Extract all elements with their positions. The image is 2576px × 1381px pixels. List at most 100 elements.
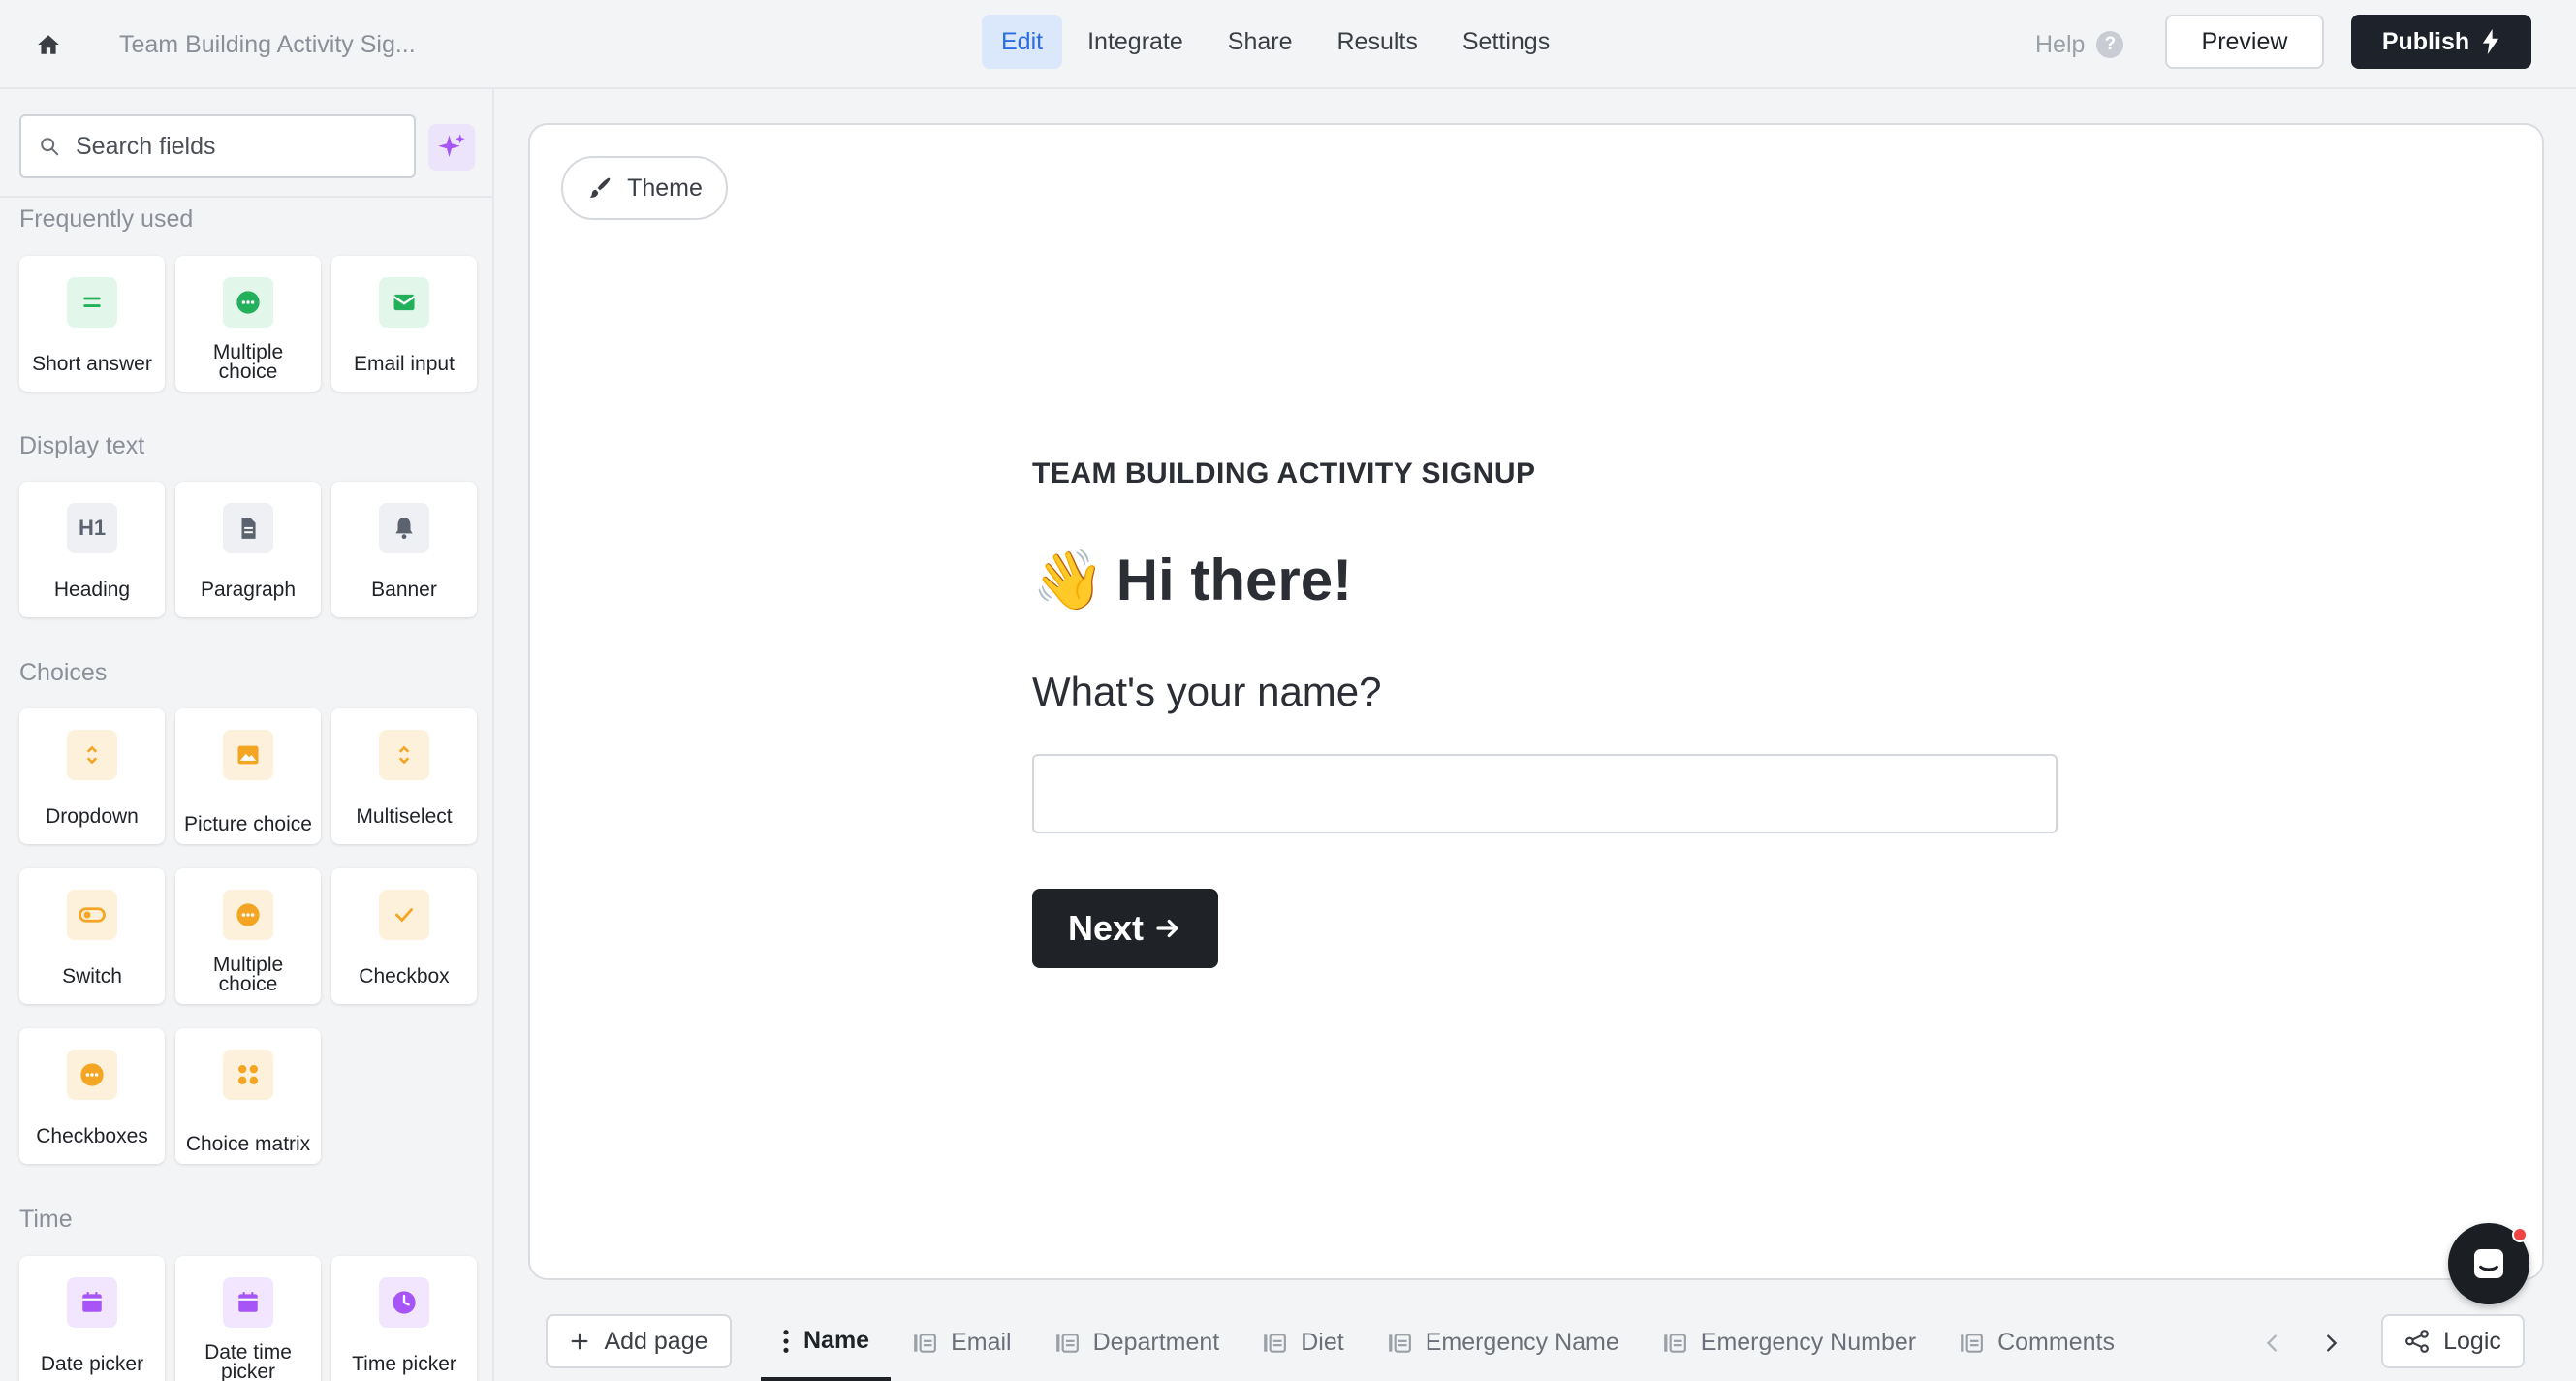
tile-label: Choice matrix [185, 1133, 311, 1155]
page-tab-label: Comments [1997, 1329, 2115, 1356]
tile-label: Multiple choice [212, 954, 284, 995]
scroll-right-button[interactable] [2311, 1324, 2350, 1363]
field-heading[interactable]: H1 Heading [19, 482, 165, 617]
page-tab-label: Name [803, 1327, 870, 1354]
tile-label: Time picker [352, 1353, 456, 1375]
page-tab-name[interactable]: Name [761, 1304, 892, 1381]
nav-share[interactable]: Share [1209, 15, 1312, 69]
field-date-time-picker[interactable]: Date time picker [175, 1256, 321, 1381]
document-icon [223, 503, 273, 553]
plus-icon [572, 1333, 588, 1350]
field-choice-matrix[interactable]: Choice matrix [175, 1028, 321, 1164]
field-checkboxes[interactable]: Checkboxes [19, 1028, 165, 1164]
grid-icon [223, 1050, 273, 1100]
sidebar-divider [0, 196, 492, 198]
next-button[interactable]: Next [1032, 889, 1218, 968]
sparkle-icon [438, 134, 465, 157]
field-switch[interactable]: Switch [19, 868, 165, 1004]
checkboxes-icon [67, 1050, 117, 1100]
section-frequent-title: Frequently used [19, 205, 194, 233]
field-short-answer[interactable]: Short answer [19, 256, 165, 392]
multiple-choice-icon [223, 890, 273, 940]
ai-sparkle-button[interactable] [428, 124, 475, 171]
nav-settings[interactable]: Settings [1443, 15, 1569, 69]
scroll-left-button[interactable] [2253, 1324, 2292, 1363]
question-label[interactable]: What's your name? [1032, 669, 1382, 715]
tile-label: Banner [371, 579, 437, 601]
calendar-icon [223, 1277, 273, 1328]
page-tab-diet[interactable]: Diet [1241, 1304, 1365, 1381]
page-tab-emergency-name[interactable]: Emergency Name [1366, 1304, 1641, 1381]
multiple-choice-icon [223, 277, 273, 328]
main-nav: Edit Integrate Share Results Settings [982, 15, 1569, 69]
field-paragraph[interactable]: Paragraph [175, 482, 321, 617]
page-tab-comments[interactable]: Comments [1937, 1304, 2136, 1381]
help-label: Help [2035, 30, 2086, 58]
chevron-updown-icon [379, 730, 429, 780]
tile-label: Switch [62, 965, 122, 988]
search-box[interactable] [19, 114, 416, 178]
tile-label: Multiselect [356, 805, 453, 828]
preview-button[interactable]: Preview [2165, 15, 2324, 69]
tile-label: Date picker [40, 1353, 144, 1375]
tile-label: Heading [53, 579, 131, 601]
form-eyebrow-title[interactable]: TEAM BUILDING ACTIVITY SIGNUP [1032, 457, 1536, 490]
lightning-icon [2483, 29, 2499, 54]
field-time-picker[interactable]: Time picker [331, 1256, 477, 1381]
tile-label: Multiple choice [212, 341, 284, 383]
add-page-button[interactable]: Add page [546, 1314, 732, 1368]
field-picture-choice[interactable]: Picture choice [175, 708, 321, 844]
home-icon[interactable] [31, 27, 66, 62]
page-tab-email[interactable]: Email [891, 1304, 1033, 1381]
page-tab-label: Diet [1301, 1329, 1344, 1356]
help-link[interactable]: Help ? [2035, 25, 2124, 64]
tile-label: Short answer [32, 353, 152, 375]
nav-results[interactable]: Results [1318, 15, 1437, 69]
short-answer-icon [67, 277, 117, 328]
chevron-updown-icon [67, 730, 117, 780]
field-multiple-choice-2[interactable]: Multiple choice [175, 868, 321, 1004]
nav-edit[interactable]: Edit [982, 15, 1063, 69]
page-tabs: Name Email Department Diet Emergency Nam… [761, 1304, 2136, 1381]
form-heading[interactable]: 👋 Hi there! [1032, 546, 1352, 614]
page-icon [1961, 1333, 1984, 1353]
field-email-input[interactable]: Email input [331, 256, 477, 392]
field-multiselect[interactable]: Multiselect [331, 708, 477, 844]
tile-label: Checkboxes [36, 1125, 148, 1147]
logic-label: Logic [2443, 1327, 2501, 1355]
form-canvas: Theme TEAM BUILDING ACTIVITY SIGNUP 👋 Hi… [528, 123, 2544, 1280]
publish-button[interactable]: Publish [2351, 15, 2531, 69]
document-title[interactable]: Team Building Activity Sig... [119, 27, 416, 62]
field-banner[interactable]: Banner [331, 482, 477, 617]
page-tab-department[interactable]: Department [1033, 1304, 1241, 1381]
name-answer-input[interactable] [1032, 754, 2058, 833]
field-multiple-choice[interactable]: Multiple choice [175, 256, 321, 392]
logic-button[interactable]: Logic [2381, 1314, 2525, 1368]
chat-icon [2474, 1249, 2503, 1278]
page-icon [1055, 1333, 1079, 1353]
page-tab-label: Emergency Number [1700, 1329, 1917, 1356]
nav-integrate[interactable]: Integrate [1068, 15, 1203, 69]
envelope-icon [379, 277, 429, 328]
heading-text: Hi there! [1115, 548, 1353, 612]
page-bar: Add page Name Email Department Diet Emer… [528, 1304, 2544, 1381]
field-dropdown[interactable]: Dropdown [19, 708, 165, 844]
page-tab-label: Department [1092, 1329, 1220, 1356]
page-tab-label: Email [951, 1329, 1012, 1356]
section-time-title: Time [19, 1206, 73, 1233]
tile-label: Dropdown [46, 805, 139, 828]
add-page-label: Add page [604, 1327, 708, 1355]
page-tab-emergency-number[interactable]: Emergency Number [1641, 1304, 1937, 1381]
search-icon [41, 138, 59, 156]
field-checkbox[interactable]: Checkbox [331, 868, 477, 1004]
chevron-left-icon [2266, 1334, 2277, 1352]
page-icon [1264, 1333, 1287, 1353]
top-bar: Team Building Activity Sig... Edit Integ… [0, 0, 2576, 89]
page-tab-label: Emergency Name [1425, 1329, 1619, 1356]
field-sidebar: Frequently used Short answer Multiple ch… [0, 89, 494, 1381]
more-vertical-icon[interactable] [782, 1328, 790, 1355]
field-date-picker[interactable]: Date picker [19, 1256, 165, 1381]
tile-label: Date time picker [204, 1341, 292, 1381]
theme-button[interactable]: Theme [561, 156, 728, 220]
search-input[interactable] [76, 132, 386, 161]
